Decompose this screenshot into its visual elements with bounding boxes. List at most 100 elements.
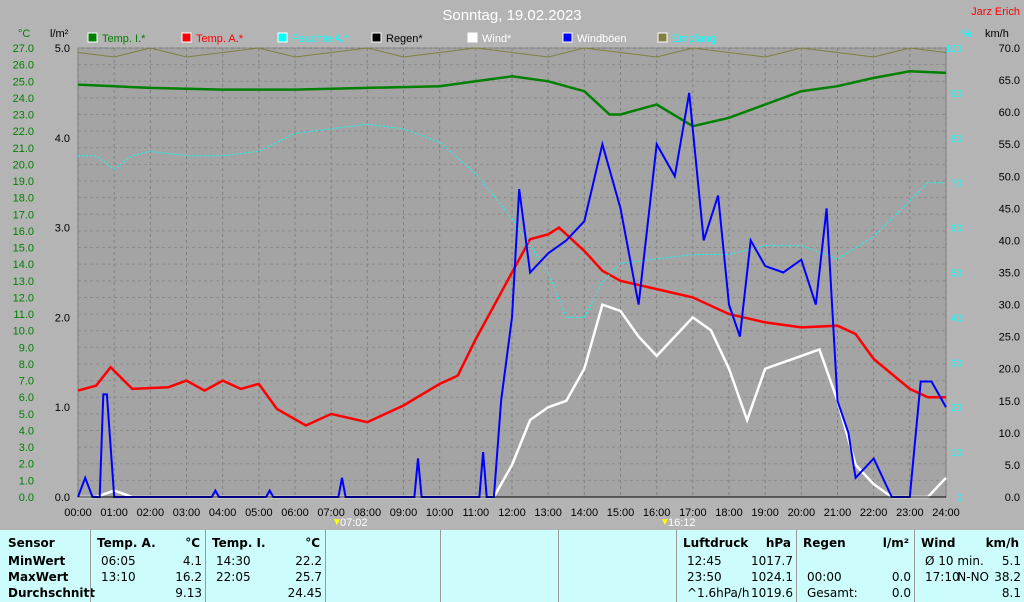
temp-tick-label: 19.0 <box>13 176 34 188</box>
author: Jarz Erich <box>971 6 1020 18</box>
legend-label: Wind* <box>482 33 512 45</box>
legend-label: Windböen <box>577 33 627 45</box>
wind-time: Ø 10 min. <box>925 554 984 568</box>
temp-tick-label: 17.0 <box>13 209 34 221</box>
sunset-marker: ▼16:12 <box>660 517 696 529</box>
x-tick-label: 10:00 <box>426 507 454 519</box>
wind-tick-label: 65.0 <box>999 75 1020 87</box>
hum-tick-label: 100 <box>945 44 962 55</box>
svg-text:16:12: 16:12 <box>668 517 696 529</box>
legend-label: Regen* <box>386 33 423 45</box>
x-tick-label: 15:00 <box>607 507 635 519</box>
x-tick-label: 19:00 <box>751 507 779 519</box>
temp-tick-label: 6.0 <box>19 392 34 404</box>
hum-tick-label: 40 <box>951 313 963 324</box>
temp-tick-label: 26.0 <box>13 60 34 72</box>
tempA-header: Temp. A. <box>97 536 156 550</box>
temp-tick-label: 21.0 <box>13 143 34 155</box>
rain-tick-label: 2.0 <box>55 312 70 324</box>
wind-unit: km/h <box>985 536 1019 550</box>
temp-tick-label: 23.0 <box>13 110 34 122</box>
legend-swatch <box>87 32 98 43</box>
temp-tick-label: 0.0 <box>19 492 34 504</box>
tempA-value: 9.13 <box>175 586 202 600</box>
temp-tick-label: 7.0 <box>19 376 34 388</box>
hum-tick-label: 70 <box>951 179 963 190</box>
unit-wind: km/h <box>985 28 1009 40</box>
legend-label: Empfang <box>672 33 716 45</box>
unit-rain: l/m² <box>50 28 69 40</box>
temp-tick-label: 18.0 <box>13 193 34 205</box>
x-tick-label: 03:00 <box>173 507 201 519</box>
wind-tick-label: 50.0 <box>999 171 1020 183</box>
legend-swatch <box>467 32 478 43</box>
unit-hum: % <box>962 28 972 40</box>
weather-chart: Sonntag, 19.02.2023 Jarz Erich °C l/m² %… <box>13 6 1020 529</box>
wind-tick-label: 30.0 <box>999 300 1020 312</box>
temp-tick-label: 1.0 <box>19 475 34 487</box>
wind-tick-label: 10.0 <box>999 428 1020 440</box>
tempA-time: 06:05 <box>101 554 136 568</box>
regen-value: 0.0 <box>891 570 911 584</box>
chart-title: Sonntag, 19.02.2023 <box>442 7 581 24</box>
temp-tick-label: 3.0 <box>19 442 34 454</box>
x-tick-label: 21:00 <box>824 507 852 519</box>
temp-tick-label: 9.0 <box>19 342 34 354</box>
wind-tick-label: 20.0 <box>999 364 1020 376</box>
stats-table: Sensor MinWert MaxWert Durchschnitt Temp. A… <box>0 530 1024 602</box>
x-tick-label: 20:00 <box>788 507 816 519</box>
x-tick-label: 14:00 <box>571 507 599 519</box>
legend-label: Temp. I.* <box>102 33 146 45</box>
x-tick-label: 02:00 <box>137 507 165 519</box>
druck-unit: hPa <box>765 536 791 550</box>
wind-tick-label: 35.0 <box>999 268 1020 280</box>
wind-tick-label: 40.0 <box>999 235 1020 247</box>
rain-tick-label: 0.0 <box>55 492 70 504</box>
hum-tick-label: 30 <box>951 358 963 369</box>
temp-tick-label: 12.0 <box>13 292 34 304</box>
svg-text:07:02: 07:02 <box>340 517 368 529</box>
druck-time: 12:45 <box>687 554 722 568</box>
tempI-value: 22.2 <box>295 554 322 568</box>
hum-tick-label: 0 <box>956 493 962 504</box>
unit-temp: °C <box>18 28 30 40</box>
wind-header: Wind <box>921 536 956 550</box>
tempI-header: Temp. I. <box>212 536 266 550</box>
temp-tick-label: 8.0 <box>19 359 34 371</box>
rain-tick-label: 3.0 <box>55 223 70 235</box>
x-tick-label: 18:00 <box>715 507 743 519</box>
tempI-value: 24.45 <box>287 586 322 600</box>
rain-tick-label: 5.0 <box>55 43 70 55</box>
wind-tick-label: 5.0 <box>1005 460 1020 472</box>
temp-tick-label: 24.0 <box>13 93 34 105</box>
x-tick-label: 00:00 <box>64 507 92 519</box>
wind-tick-label: 45.0 <box>999 203 1020 215</box>
temp-tick-label: 14.0 <box>13 259 34 271</box>
tempI-unit: °C <box>305 536 320 550</box>
hum-tick-label: 50 <box>951 269 963 280</box>
wind-tick-label: 25.0 <box>999 332 1020 344</box>
legend-swatch <box>657 32 668 43</box>
temp-tick-label: 10.0 <box>13 326 34 338</box>
hum-tick-label: 20 <box>951 403 963 414</box>
temp-tick-label: 15.0 <box>13 243 34 255</box>
x-tick-label: 05:00 <box>245 507 273 519</box>
x-tick-label: 22:00 <box>860 507 888 519</box>
wind-dir: N-NO <box>957 570 989 584</box>
temp-tick-label: 25.0 <box>13 76 34 88</box>
regen-time: Gesamt: <box>807 586 858 600</box>
legend-swatch <box>277 32 288 43</box>
temp-tick-label: 22.0 <box>13 126 34 138</box>
legend-label: Temp. A.* <box>196 33 244 45</box>
tempA-value: 16.2 <box>175 570 202 584</box>
wind-tick-label: 0.0 <box>1005 492 1020 504</box>
legend-swatch <box>562 32 573 43</box>
regen-header: Regen <box>803 536 846 550</box>
legend-label: Feuchte A.* <box>292 33 350 45</box>
x-tick-label: 09:00 <box>390 507 418 519</box>
regen-value: 0.0 <box>891 586 911 600</box>
wind-time: 17:10 <box>925 570 960 584</box>
rain-tick-label: 4.0 <box>55 133 70 145</box>
x-tick-label: 12:00 <box>498 507 526 519</box>
tempI-time: 14:30 <box>216 554 251 568</box>
